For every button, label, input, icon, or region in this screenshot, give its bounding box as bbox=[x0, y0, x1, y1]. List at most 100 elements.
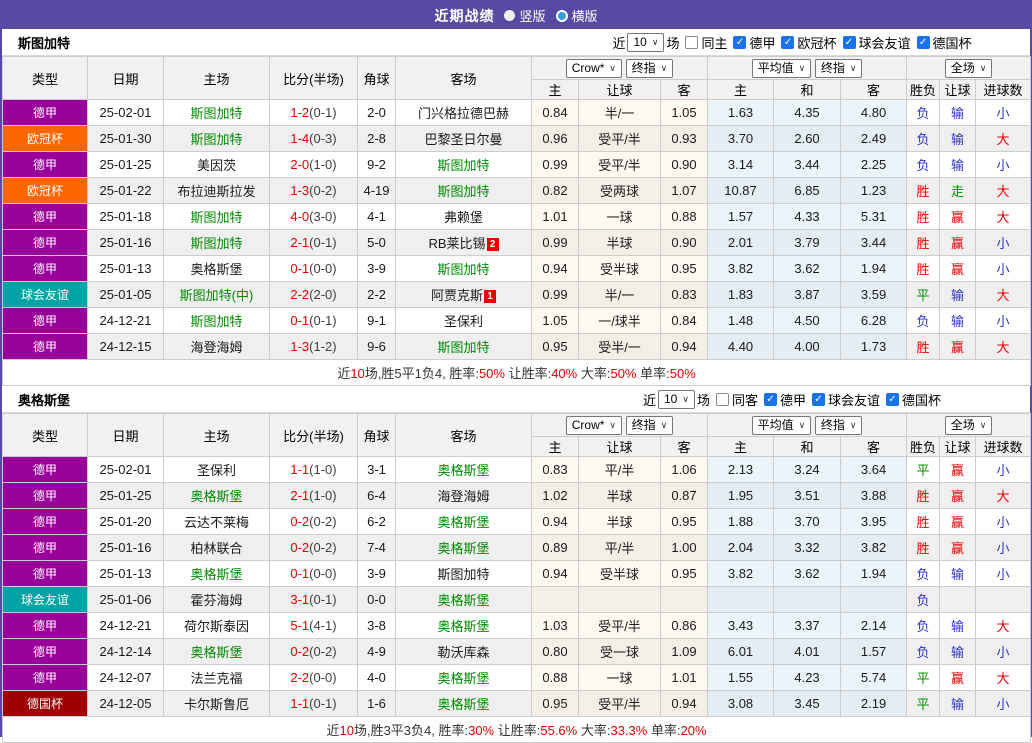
average-select[interactable]: 平均值 ∨ bbox=[751, 415, 812, 435]
home-team[interactable]: 霍芬海姆 bbox=[163, 586, 270, 613]
home-team[interactable]: 斯图加特 bbox=[163, 99, 270, 126]
score[interactable]: 2-2(2-0) bbox=[269, 281, 358, 308]
away-team[interactable]: 勒沃库森 bbox=[395, 638, 532, 665]
score[interactable]: 1-3(0-2) bbox=[269, 177, 358, 204]
score[interactable]: 0-2(0-2) bbox=[269, 638, 358, 665]
away-team[interactable]: 斯图加特 bbox=[395, 151, 532, 178]
average-select[interactable]: 平均值 ∨ bbox=[751, 58, 812, 78]
score[interactable]: 1-2(0-1) bbox=[269, 99, 358, 126]
avg-away: 3.95 bbox=[840, 508, 908, 535]
away-team[interactable]: 奥格斯堡 bbox=[395, 612, 532, 639]
away-team[interactable]: 奥格斯堡 bbox=[395, 456, 532, 483]
away-team[interactable]: 奥格斯堡 bbox=[395, 508, 532, 535]
away-team[interactable]: 阿贾克斯 1 bbox=[395, 281, 532, 308]
home-team[interactable]: 圣保利 bbox=[163, 456, 270, 483]
away-team[interactable]: 奥格斯堡 bbox=[395, 664, 532, 691]
league-checkbox-2[interactable]: ✓ bbox=[886, 392, 899, 406]
same-venue-checkbox[interactable] bbox=[685, 35, 699, 49]
away-team[interactable]: 斯图加特 bbox=[395, 333, 532, 360]
home-team[interactable]: 斯图加特 bbox=[163, 203, 270, 230]
home-team[interactable]: 云达不莱梅 bbox=[163, 508, 270, 535]
home-team[interactable]: 斯图加特(中) bbox=[163, 281, 270, 308]
score[interactable]: 2-0(1-0) bbox=[269, 151, 358, 178]
home-team[interactable]: 斯图加特 bbox=[163, 125, 270, 152]
layout-option-horizontal[interactable]: 横版 bbox=[555, 6, 598, 25]
same-venue-checkbox[interactable] bbox=[715, 392, 729, 406]
corners: 4-9 bbox=[357, 638, 396, 665]
team-filter-bar: 奥格斯堡近 10 ∨ 场同客 ✓ 德甲 ✓ 球会友谊 ✓ 德国杯 bbox=[2, 386, 1030, 413]
layout-option-vertical[interactable]: 竖版 bbox=[504, 6, 546, 25]
odds-stage-select[interactable]: 终指 ∨ bbox=[625, 415, 674, 435]
avg-away: 1.94 bbox=[840, 255, 908, 282]
scope-select[interactable]: 全场 ∨ bbox=[944, 58, 993, 78]
away-team[interactable]: 弗赖堡 bbox=[395, 203, 532, 230]
home-team[interactable]: 法兰克福 bbox=[163, 664, 270, 691]
score[interactable]: 2-1(1-0) bbox=[269, 482, 358, 509]
away-team[interactable]: 斯图加特 bbox=[395, 255, 532, 282]
home-team[interactable]: 布拉迪斯拉发 bbox=[163, 177, 270, 204]
odds-company-select[interactable]: Crow* ∨ bbox=[565, 415, 623, 435]
away-team[interactable]: 斯图加特 bbox=[395, 177, 532, 204]
league-checkbox-0[interactable]: ✓ bbox=[763, 392, 777, 406]
score[interactable]: 4-0(3-0) bbox=[269, 203, 358, 230]
league-checkbox-0[interactable]: ✓ bbox=[733, 35, 747, 49]
league-checkbox-1[interactable]: ✓ bbox=[781, 35, 795, 49]
score[interactable]: 1-1(0-1) bbox=[269, 690, 358, 717]
odds-home: 0.83 bbox=[531, 456, 579, 483]
home-team[interactable]: 荷尔斯泰因 bbox=[163, 612, 270, 639]
score[interactable]: 3-1(0-1) bbox=[269, 586, 358, 613]
home-team[interactable]: 奥格斯堡 bbox=[163, 482, 270, 509]
match-count-select[interactable]: 10 ∨ bbox=[657, 389, 695, 409]
score[interactable]: 1-4(0-3) bbox=[269, 125, 358, 152]
away-team[interactable]: 海登海姆 bbox=[395, 482, 532, 509]
away-team[interactable]: 奥格斯堡 bbox=[395, 586, 532, 613]
away-team[interactable]: 圣保利 bbox=[395, 307, 532, 334]
away-team[interactable]: 奥格斯堡 bbox=[395, 690, 532, 717]
odds-home: 1.01 bbox=[531, 203, 579, 230]
home-team[interactable]: 奥格斯堡 bbox=[163, 560, 270, 587]
avg-draw: 2.60 bbox=[773, 125, 842, 152]
summary-row: 近10场,胜3平3负4, 胜率:30% 让胜率:55.6% 大率:33.3% 单… bbox=[1, 716, 1032, 743]
average-stage-select[interactable]: 终指 ∨ bbox=[814, 415, 863, 435]
score[interactable]: 0-1(0-0) bbox=[269, 255, 358, 282]
match-count-select[interactable]: 10 ∨ bbox=[627, 32, 665, 52]
score[interactable]: 2-2(0-0) bbox=[269, 664, 358, 691]
odds-away: 1.07 bbox=[659, 177, 709, 204]
away-team[interactable]: 斯图加特 bbox=[395, 560, 532, 587]
score[interactable]: 1-1(1-0) bbox=[269, 456, 358, 483]
away-team[interactable]: 门兴格拉德巴赫 bbox=[395, 99, 532, 126]
home-team[interactable]: 美因茨 bbox=[163, 151, 270, 178]
home-team[interactable]: 斯图加特 bbox=[163, 229, 270, 256]
score[interactable]: 5-1(4-1) bbox=[269, 612, 358, 639]
scope-select[interactable]: 全场 ∨ bbox=[944, 415, 993, 435]
avg-home: 3.82 bbox=[707, 560, 775, 587]
home-team[interactable]: 斯图加特 bbox=[163, 307, 270, 334]
score[interactable]: 1-3(1-2) bbox=[269, 333, 358, 360]
score[interactable]: 0-1(0-1) bbox=[269, 307, 358, 334]
average-stage-select[interactable]: 终指 ∨ bbox=[814, 58, 863, 78]
odds-company-select[interactable]: Crow* ∨ bbox=[565, 58, 623, 78]
home-team[interactable]: 柏林联合 bbox=[163, 534, 270, 561]
odds-handicap: 一球 bbox=[578, 664, 661, 691]
summary-line: 近10场,胜3平3负4, 胜率:30% 让胜率:55.6% 大率:33.3% 单… bbox=[1, 716, 1032, 743]
home-team[interactable]: 奥格斯堡 bbox=[163, 255, 270, 282]
home-team[interactable]: 奥格斯堡 bbox=[163, 638, 270, 665]
odds-stage-select[interactable]: 终指 ∨ bbox=[625, 58, 674, 78]
league-checkbox-3[interactable]: ✓ bbox=[916, 35, 930, 49]
score[interactable]: 0-2(0-2) bbox=[269, 508, 358, 535]
score[interactable]: 0-2(0-2) bbox=[269, 534, 358, 561]
league-type-badge: 德甲 bbox=[2, 229, 88, 256]
home-team[interactable]: 海登海姆 bbox=[163, 333, 270, 360]
red-card-badge: 1 bbox=[484, 290, 496, 303]
home-team[interactable]: 卡尔斯鲁厄 bbox=[163, 690, 270, 717]
away-team[interactable]: 奥格斯堡 bbox=[395, 534, 532, 561]
league-checkbox-2[interactable]: ✓ bbox=[842, 35, 856, 49]
score[interactable]: 0-1(0-0) bbox=[269, 560, 358, 587]
result-goals: 小 bbox=[975, 307, 1032, 334]
score[interactable]: 2-1(0-1) bbox=[269, 229, 358, 256]
away-team[interactable]: 巴黎圣日尔曼 bbox=[395, 125, 532, 152]
away-team[interactable]: RB莱比锡 2 bbox=[395, 229, 532, 256]
corners: 3-9 bbox=[357, 560, 396, 587]
radio-unchecked-icon bbox=[555, 9, 568, 22]
league-checkbox-1[interactable]: ✓ bbox=[811, 392, 825, 406]
